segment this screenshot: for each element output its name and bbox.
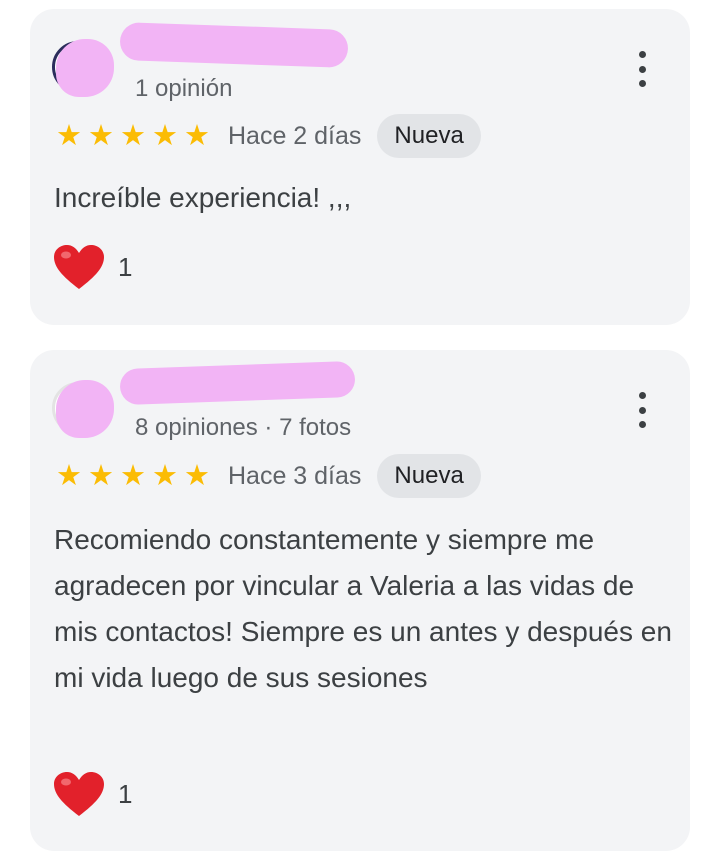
reviewer-avatar[interactable] [52, 378, 122, 440]
review-date: Hace 3 días [228, 461, 362, 490]
new-badge: Nueva [377, 114, 481, 158]
like-count: 1 [118, 251, 133, 282]
star-icon: ★ [56, 120, 82, 152]
star-icon: ★ [88, 460, 114, 492]
reviewer-avatar[interactable] [52, 37, 122, 99]
heart-icon [54, 245, 104, 289]
redacted-reviewer-name[interactable] [119, 360, 356, 406]
rating-row: ★ ★ ★ ★ ★ Hace 2 días Nueva [54, 114, 481, 158]
star-rating: ★ ★ ★ ★ ★ [54, 456, 212, 496]
star-icon: ★ [120, 120, 146, 152]
star-icon: ★ [56, 460, 82, 492]
review-card: 1 opinión ★ ★ ★ ★ ★ Hace 2 días Nueva In… [30, 9, 690, 325]
redaction-mark [56, 380, 114, 438]
more-vert-icon[interactable] [630, 392, 654, 428]
like-count: 1 [118, 778, 133, 809]
new-badge: Nueva [377, 454, 481, 498]
reviewer-meta: 1 opinión [135, 75, 233, 102]
reviewer-meta: 8 opiniones · 7 fotos [135, 414, 352, 441]
star-icon: ★ [120, 460, 146, 492]
like-button[interactable]: 1 [52, 243, 132, 291]
review-card: 8 opiniones · 7 fotos ★ ★ ★ ★ ★ Hace 3 d… [30, 350, 690, 851]
heart-icon [54, 772, 104, 816]
review-text: Recomiendo constantemente y siempre me a… [54, 524, 672, 693]
review-date: Hace 2 días [228, 121, 362, 150]
more-vert-icon[interactable] [630, 51, 654, 87]
star-rating: ★ ★ ★ ★ ★ [54, 116, 212, 156]
star-icon: ★ [184, 120, 210, 152]
redacted-reviewer-name[interactable] [119, 22, 349, 68]
star-icon: ★ [88, 120, 114, 152]
star-icon: ★ [152, 120, 178, 152]
review-text: Increíble experiencia! ,,, [54, 182, 352, 213]
redaction-mark [56, 39, 114, 97]
rating-row: ★ ★ ★ ★ ★ Hace 3 días Nueva [54, 454, 481, 498]
star-icon: ★ [184, 460, 210, 492]
star-icon: ★ [152, 460, 178, 492]
like-button[interactable]: 1 [52, 770, 132, 818]
